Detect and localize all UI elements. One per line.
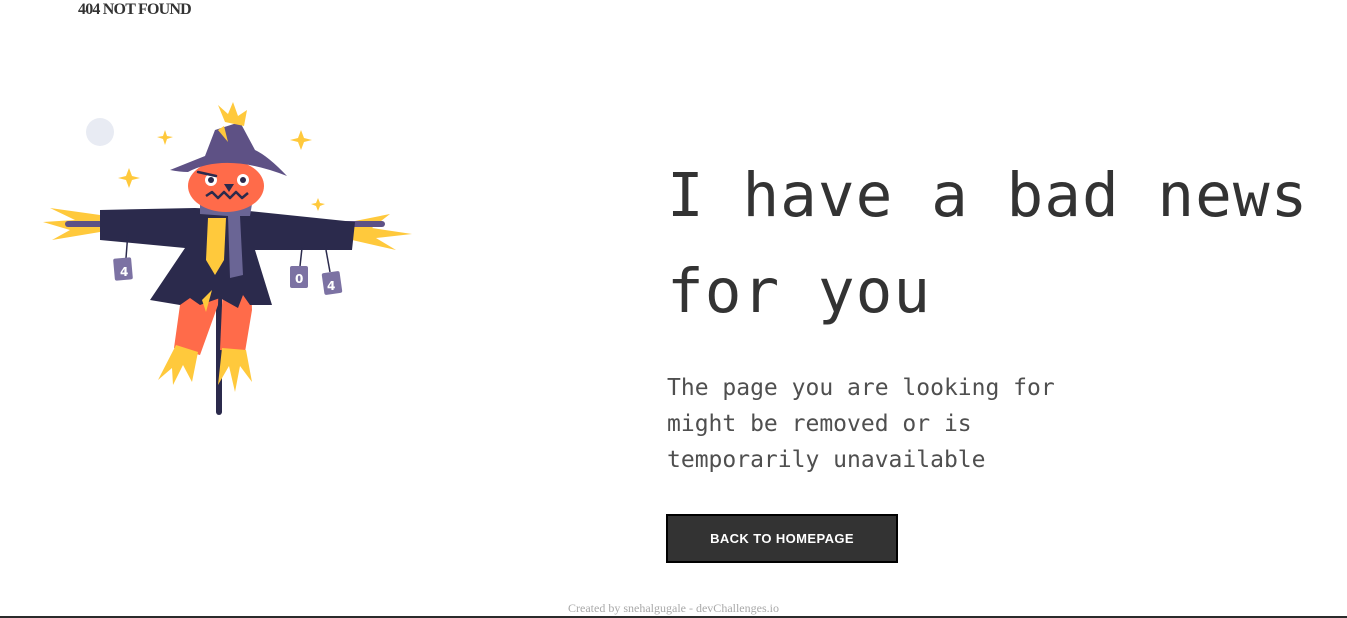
- can-label: 4: [120, 265, 128, 279]
- sparkle-icon: [157, 130, 173, 145]
- can-middle: 0: [290, 247, 308, 288]
- site-logo[interactable]: 404 NOT FOUND: [78, 1, 192, 19]
- scarecrow-illustration: 4 0 4: [43, 102, 412, 415]
- sparkle-icon: [290, 130, 312, 150]
- back-to-homepage-button[interactable]: BACK TO HOMEPAGE: [666, 514, 898, 563]
- sparkle-icon: [311, 198, 325, 211]
- coat: [100, 208, 355, 308]
- moon-icon: [86, 118, 114, 146]
- page-headline: I have a bad news for you: [667, 160, 1309, 327]
- can-label: 4: [327, 279, 335, 293]
- page-description: The page you are looking for might be re…: [667, 375, 1055, 473]
- sparkle-icon: [118, 168, 140, 188]
- straw-right-foot: [218, 348, 252, 392]
- straw-right-hand: [350, 214, 412, 250]
- can-label: 0: [295, 272, 303, 286]
- footer-credit[interactable]: Created by snehalgugale - devChallenges.…: [0, 601, 1347, 616]
- straw-left-foot: [158, 345, 198, 385]
- can-right: 4: [321, 249, 343, 295]
